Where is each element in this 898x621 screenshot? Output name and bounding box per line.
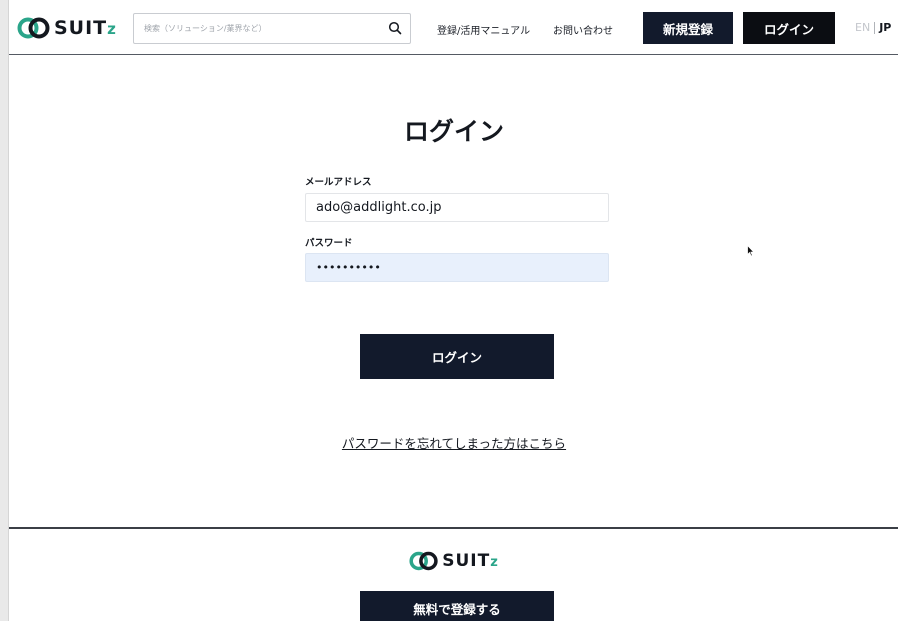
footer-logo-wordmark: SUITz: [442, 551, 499, 571]
mouse-cursor-icon: [747, 245, 755, 257]
header-login-button[interactable]: ログイン: [743, 12, 835, 44]
search-box: [133, 13, 411, 44]
site-logo[interactable]: SUITz: [17, 16, 117, 40]
forgot-password-link[interactable]: パスワードを忘れてしまった方はこちら: [342, 436, 566, 451]
nav-contact-link[interactable]: お問い合わせ: [553, 22, 613, 37]
site-footer: SUITz 無料で登録する: [9, 527, 898, 621]
logo-wordmark: SUITz: [54, 17, 117, 39]
password-field[interactable]: [305, 253, 609, 282]
lang-divider: [874, 21, 876, 34]
lang-jp-link[interactable]: JP: [879, 21, 891, 34]
password-label: パスワード: [305, 238, 353, 249]
email-field[interactable]: [305, 193, 609, 222]
footer-logo[interactable]: SUITz: [9, 551, 898, 571]
nav-manual-link[interactable]: 登録/活用マニュアル: [437, 22, 530, 37]
email-label: メールアドレス: [305, 177, 372, 188]
login-button[interactable]: ログイン: [360, 334, 554, 379]
free-signup-button[interactable]: 無料で登録する: [360, 591, 554, 621]
search-icon[interactable]: [388, 21, 402, 35]
suitz-logo-icon: [409, 551, 438, 571]
browser-window: SUITz 登録/活用マニュアル お問い合わせ 新規登録 ログイン EN JP …: [8, 0, 898, 621]
lang-en-link[interactable]: EN: [855, 21, 870, 34]
language-switcher: EN JP: [855, 21, 891, 34]
suitz-logo-icon: [17, 17, 50, 39]
site-header: SUITz 登録/活用マニュアル お問い合わせ 新規登録 ログイン EN JP: [9, 0, 898, 55]
header-signup-button[interactable]: 新規登録: [643, 12, 733, 44]
forgot-password-row: パスワードを忘れてしまった方はこちら: [9, 433, 898, 452]
page-title: ログイン: [403, 117, 504, 146]
search-input[interactable]: [144, 24, 384, 33]
